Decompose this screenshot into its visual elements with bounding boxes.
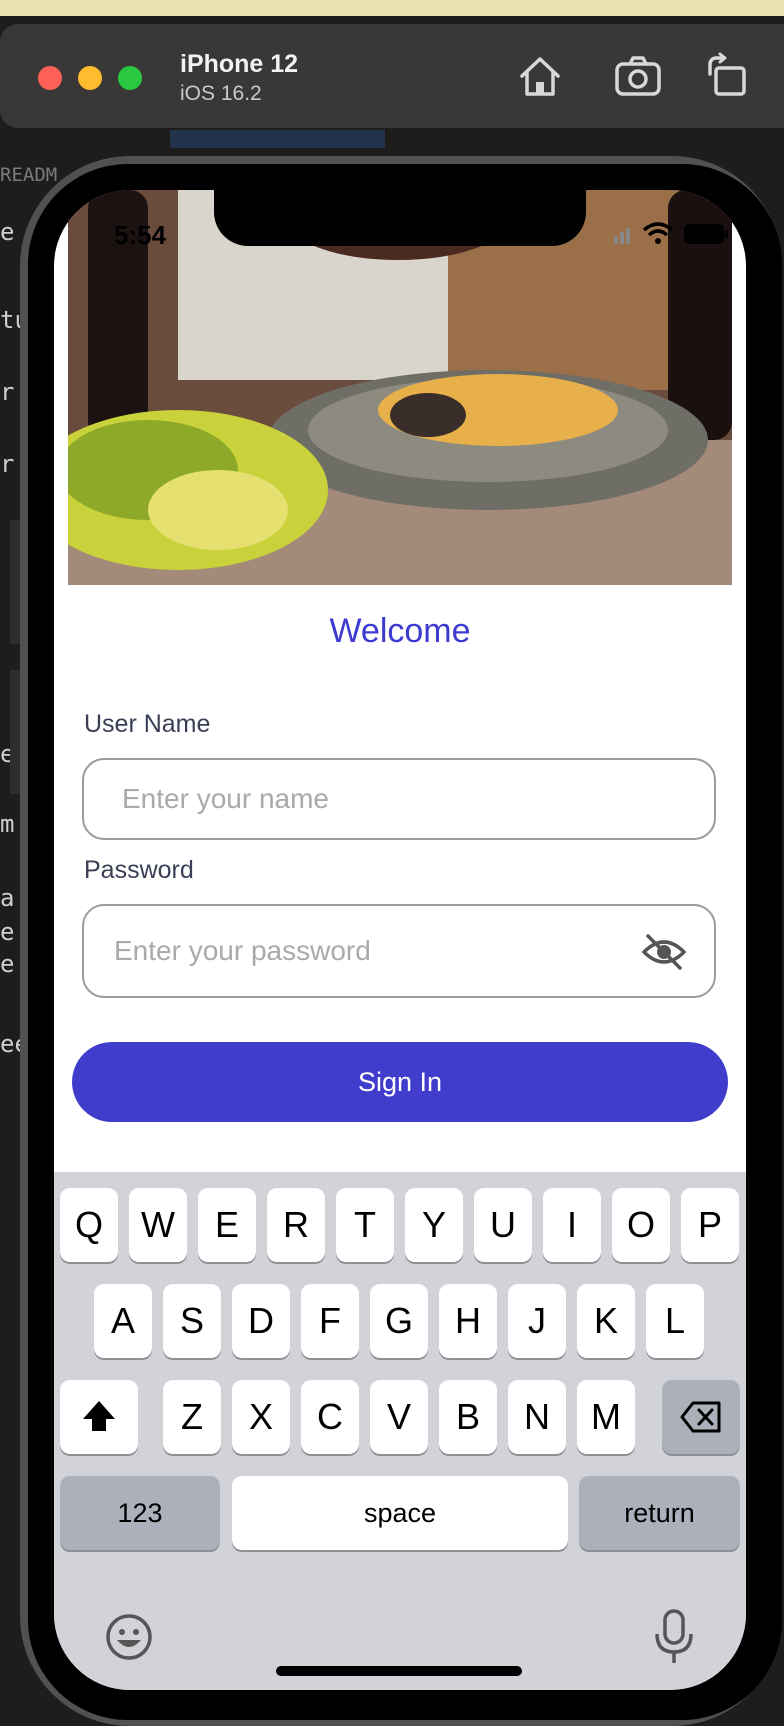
minimize-window-button[interactable]	[78, 66, 102, 90]
key-s[interactable]: S	[163, 1284, 221, 1358]
password-field[interactable]	[82, 904, 716, 998]
key-z[interactable]: Z	[163, 1380, 221, 1454]
key-p[interactable]: P	[681, 1188, 739, 1262]
screenshot-icon[interactable]	[614, 52, 662, 100]
key-c[interactable]: C	[301, 1380, 359, 1454]
username-label: User Name	[84, 710, 211, 738]
welcome-title: Welcome	[329, 612, 471, 650]
key-w[interactable]: W	[129, 1188, 187, 1262]
key-n[interactable]: N	[508, 1380, 566, 1454]
microphone-icon[interactable]	[652, 1608, 696, 1671]
code-fragment: r	[0, 450, 15, 478]
signal-icon	[614, 228, 630, 244]
key-b[interactable]: B	[439, 1380, 497, 1454]
editor-gutter	[10, 670, 20, 794]
emoji-icon[interactable]	[104, 1612, 154, 1667]
phone-notch	[214, 190, 586, 246]
return-key[interactable]: return	[579, 1476, 740, 1550]
key-u[interactable]: U	[474, 1188, 532, 1262]
key-m[interactable]: M	[577, 1380, 635, 1454]
restaurant-photo	[68, 190, 732, 585]
key-v[interactable]: V	[370, 1380, 428, 1454]
key-x[interactable]: X	[232, 1380, 290, 1454]
close-window-button[interactable]	[38, 66, 62, 90]
key-h[interactable]: H	[439, 1284, 497, 1358]
key-y[interactable]: Y	[405, 1188, 463, 1262]
code-fragment: e	[0, 950, 15, 978]
editor-tab	[170, 130, 385, 148]
numbers-key[interactable]: 123	[60, 1476, 220, 1550]
key-i[interactable]: I	[543, 1188, 601, 1262]
password-label: Password	[84, 856, 194, 884]
key-t[interactable]: T	[336, 1188, 394, 1262]
code-fragment: e	[0, 918, 15, 946]
eye-slash-icon[interactable]	[641, 932, 687, 972]
home-icon[interactable]	[516, 52, 564, 100]
status-time: 5:54	[114, 220, 167, 250]
device-os-version: iOS 16.2	[180, 82, 262, 105]
keyboard: Q W E R T Y U I O P A S D F G H J K L Z …	[54, 1172, 746, 1690]
username-input[interactable]	[120, 782, 644, 816]
phone-screen: 5:54 Welcome User Name Password	[54, 190, 746, 1690]
zoom-window-button[interactable]	[118, 66, 142, 90]
home-indicator	[276, 1666, 522, 1676]
editor-gutter	[10, 520, 20, 644]
key-d[interactable]: D	[232, 1284, 290, 1358]
key-a[interactable]: A	[94, 1284, 152, 1358]
code-fragment: a	[0, 884, 15, 912]
hero-image	[68, 190, 732, 585]
key-g[interactable]: G	[370, 1284, 428, 1358]
code-fragment: r	[0, 378, 15, 406]
password-input[interactable]	[112, 934, 636, 968]
key-l[interactable]: L	[646, 1284, 704, 1358]
backspace-icon	[680, 1401, 721, 1433]
key-o[interactable]: O	[612, 1188, 670, 1262]
status-icons	[614, 220, 734, 246]
key-f[interactable]: F	[301, 1284, 359, 1358]
key-q[interactable]: Q	[60, 1188, 118, 1262]
device-name: iPhone 12	[180, 50, 299, 78]
space-key[interactable]: space	[232, 1476, 568, 1550]
wifi-icon	[642, 222, 674, 244]
key-j[interactable]: J	[508, 1284, 566, 1358]
rotate-icon[interactable]	[704, 52, 752, 100]
key-r[interactable]: R	[267, 1188, 325, 1262]
key-k[interactable]: K	[577, 1284, 635, 1358]
key-e[interactable]: E	[198, 1188, 256, 1262]
shift-key[interactable]	[60, 1380, 138, 1454]
delete-key[interactable]	[662, 1380, 740, 1454]
desktop-top-strip	[0, 0, 784, 16]
sign-in-button[interactable]: Sign In	[72, 1042, 728, 1122]
code-fragment: m	[0, 810, 15, 838]
editor-tab-readme: READM	[0, 164, 58, 186]
username-field[interactable]	[82, 758, 716, 840]
shift-icon	[83, 1401, 115, 1431]
code-fragment: e	[0, 218, 15, 246]
battery-icon	[684, 224, 728, 244]
